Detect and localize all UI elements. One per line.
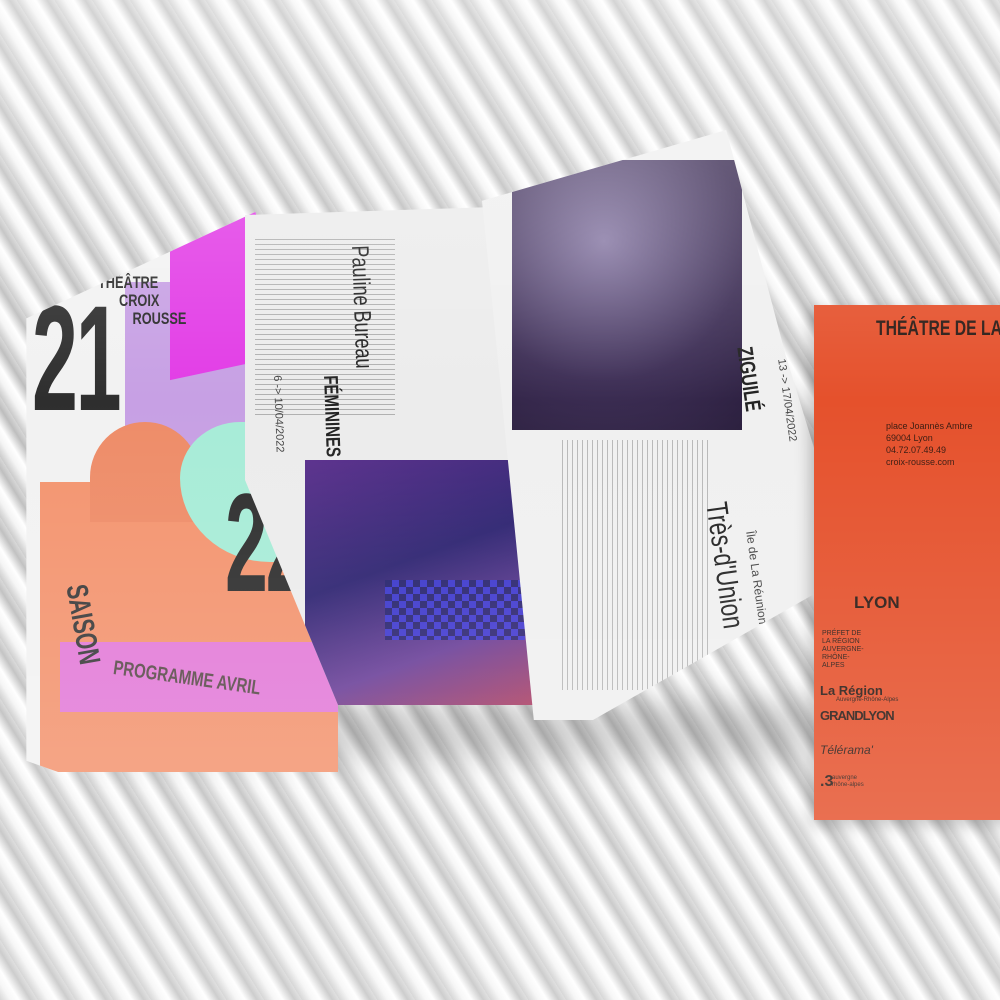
la-region-logo: La Région — [820, 683, 883, 698]
cover-title-line: ROUSSE — [132, 309, 187, 328]
booklet-phone: 04.72.07.49.49 — [886, 445, 947, 455]
grandlyon-logo: GRANDLYON — [820, 708, 895, 723]
prefet-logo: PRÉFET DE LA RÉGION AUVERGNE- RHÔNE-ALPE… — [822, 630, 864, 669]
red-booklet: THÉÂTRE DE LA CROI place Joannès Ambre 6… — [814, 305, 1000, 820]
cover-title-line: THÉÂTRE — [98, 273, 159, 292]
cover-title-line: CROIX — [119, 291, 160, 310]
brochure-zigule-panel: 13 -> 17/04/2022 ZIGUILÉ Très-d'Union Îl… — [482, 130, 852, 720]
booklet-address-line: 69004 Lyon — [886, 433, 933, 443]
zigule-dancers-photo — [512, 160, 742, 430]
la-region-sub: Auvergne-Rhône-Alpes — [836, 697, 899, 703]
cover-title: THÉÂTRE CROIX ROUSSE — [98, 274, 186, 328]
zigule-date: 13 -> 17/04/2022 — [775, 358, 799, 443]
feminines-artist: Pauline Bureau — [346, 245, 378, 369]
booklet-ville-lyon: LYON — [854, 593, 900, 612]
photo-checker-floor — [385, 580, 525, 640]
photo-scene: 21 THÉÂTRE CROIX ROUSSE 22 SAISON PROGRA… — [0, 0, 1000, 1000]
booklet-title: THÉÂTRE DE LA CROI — [876, 317, 1000, 340]
booklet-address-line: place Joannès Ambre — [886, 421, 973, 431]
feminines-title: FÉMININES — [319, 375, 344, 458]
france3-sub: auvergne rhône-alpes — [832, 775, 864, 788]
telerama-logo: Télérama' — [820, 743, 873, 757]
zigule-body-text — [562, 440, 712, 690]
booklet-website: croix-rousse.com — [886, 457, 955, 467]
